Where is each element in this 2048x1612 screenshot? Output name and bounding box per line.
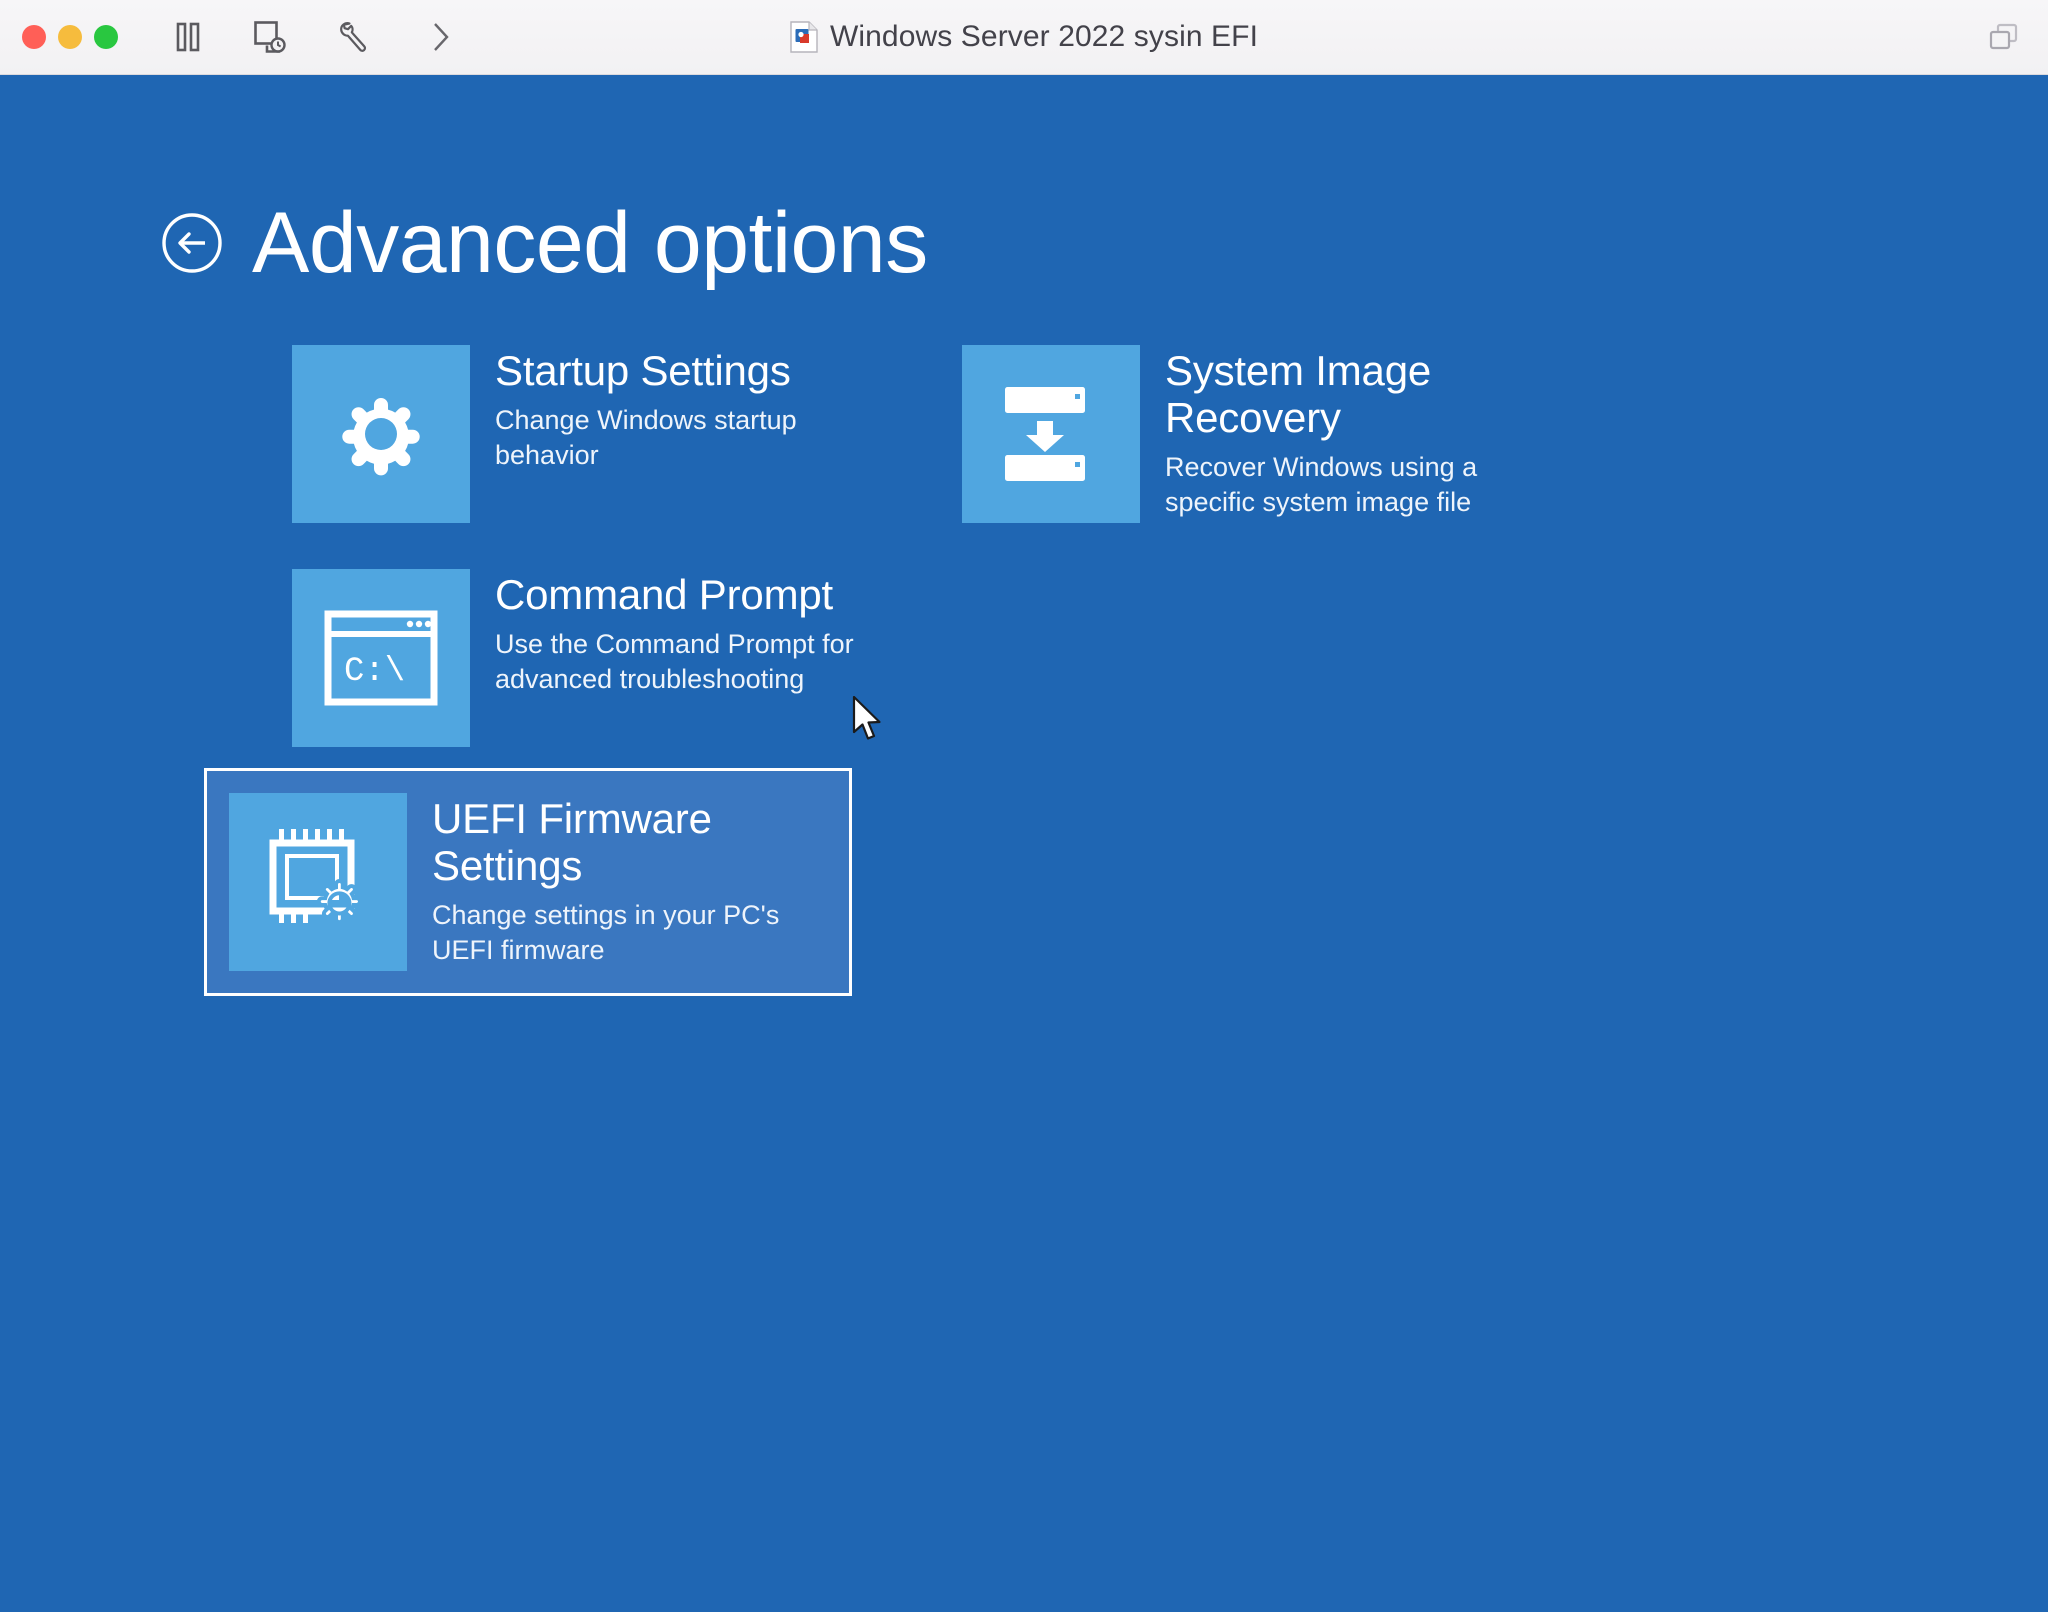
option-tile-startup-settings[interactable]: Startup Settings Change Windows startup …	[267, 320, 900, 548]
close-window-button[interactable]	[22, 25, 46, 49]
traffic-light-buttons	[22, 25, 118, 49]
option-tile-uefi-firmware-settings[interactable]: UEFI Firmware Settings Change settings i…	[204, 768, 852, 996]
tile-title: UEFI Firmware Settings	[432, 795, 712, 890]
svg-text:C:\: C:\	[344, 653, 405, 691]
tile-description: Change settings in your PC's UEFI firmwa…	[432, 900, 780, 966]
command-prompt-icon: C:\	[292, 569, 470, 747]
option-tile-command-prompt[interactable]: C:\ Command Prompt Use the Command Promp…	[267, 544, 900, 772]
tile-text-block: Command Prompt Use the Command Prompt fo…	[495, 569, 875, 697]
tile-description: Recover Windows using a specific system …	[1165, 452, 1478, 518]
page-title: Advanced options	[252, 195, 928, 291]
vm-toolbar	[168, 17, 458, 57]
snapshot-icon[interactable]	[250, 17, 290, 57]
gear-icon	[292, 345, 470, 523]
window-titlebar: Windows Server 2022 sysin EFI	[0, 0, 2048, 75]
back-arrow-circle-icon[interactable]	[160, 211, 224, 275]
tile-title: Command Prompt	[495, 571, 833, 618]
option-tile-system-image-recovery[interactable]: System Image Recovery Recover Windows us…	[937, 320, 1570, 548]
tile-title: Startup Settings	[495, 347, 791, 394]
wrench-icon[interactable]	[332, 17, 372, 57]
windows-recovery-screen: Advanced options Startup Settings Change…	[0, 75, 2048, 1612]
tile-text-block: Startup Settings Change Windows startup …	[495, 345, 875, 473]
uefi-chip-gear-icon	[229, 793, 407, 971]
maximize-window-button[interactable]	[94, 25, 118, 49]
tile-text-block: UEFI Firmware Settings Change settings i…	[432, 793, 827, 968]
minimize-window-button[interactable]	[58, 25, 82, 49]
tile-title: System Image Recovery	[1165, 347, 1432, 442]
application-window: Windows Server 2022 sysin EFI Advanced o…	[0, 0, 2048, 1612]
vmware-vm-document-icon	[790, 21, 818, 53]
pause-icon[interactable]	[168, 17, 208, 57]
tile-description: Change Windows startup behavior	[495, 405, 797, 471]
tile-text-block: System Image Recovery Recover Windows us…	[1165, 345, 1545, 520]
window-title-text: Windows Server 2022 sysin EFI	[829, 20, 1259, 53]
system-image-recovery-icon	[962, 345, 1140, 523]
restore-window-icon[interactable]	[1982, 17, 2026, 57]
page-header: Advanced options	[160, 200, 928, 286]
chevron-right-icon[interactable]	[424, 17, 458, 57]
tile-description: Use the Command Prompt for advanced trou…	[495, 629, 854, 695]
